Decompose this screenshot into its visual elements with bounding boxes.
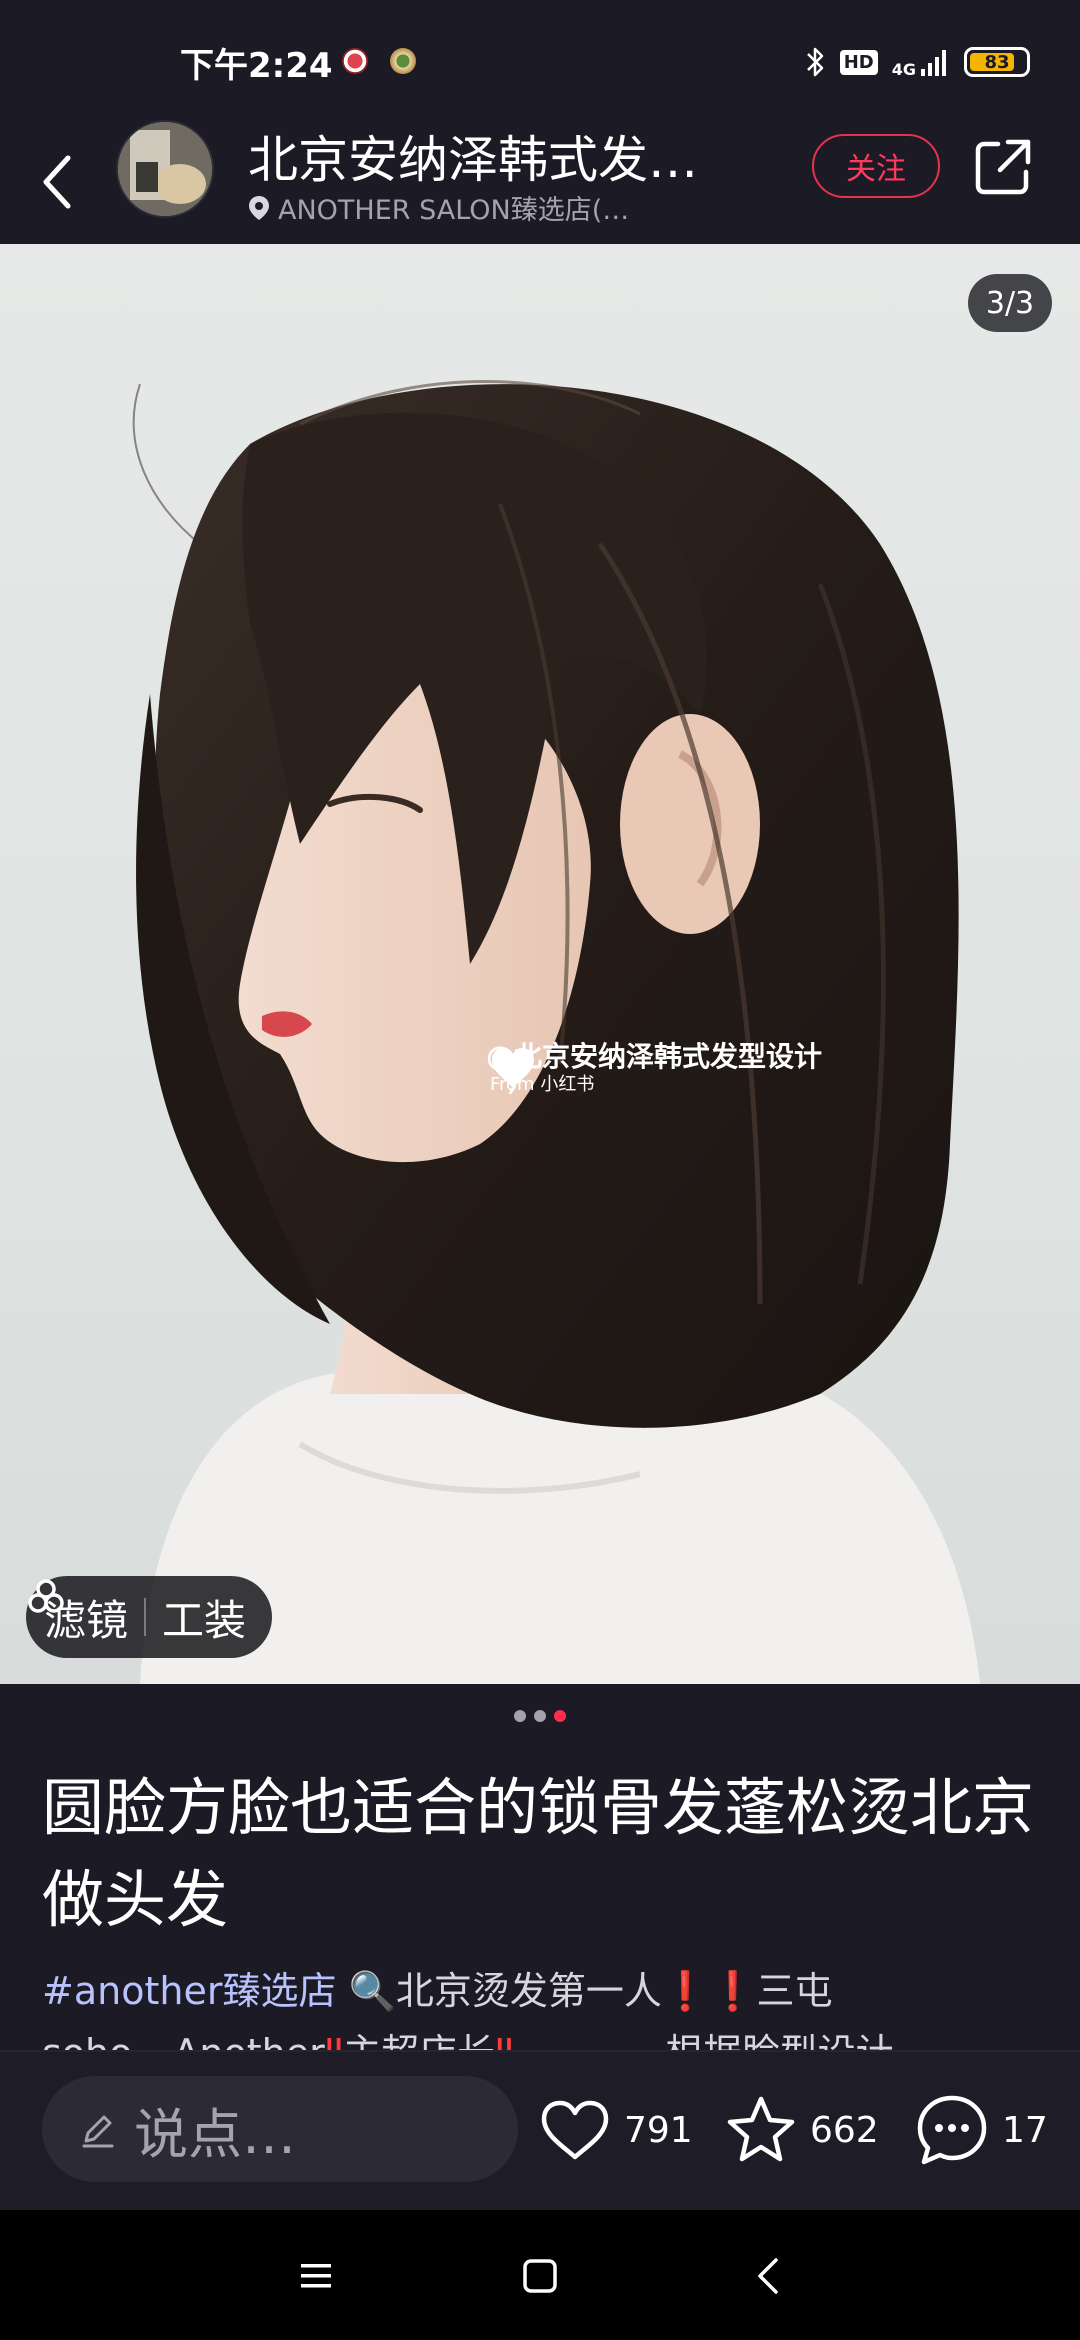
avatar-image <box>118 122 212 216</box>
network-indicator: 4G <box>891 47 950 79</box>
collect-button[interactable]: 662 <box>724 2080 879 2180</box>
bluetooth-icon <box>806 47 823 77</box>
like-count: 791 <box>624 2109 693 2151</box>
share-icon <box>975 139 1031 195</box>
menu-button[interactable] <box>286 2246 346 2306</box>
comment-placeholder: 说点… <box>134 2102 296 2166</box>
back-arrow-icon <box>43 155 71 209</box>
pencil-icon <box>82 2115 114 2148</box>
share-button[interactable] <box>970 134 1036 200</box>
hashtag-link[interactable]: #another臻选店 <box>42 1969 336 2013</box>
carousel-dot <box>534 1710 546 1722</box>
watermark-logo-icon <box>492 1048 534 1094</box>
notification-app-icon <box>390 48 416 74</box>
post-body-text: 主超店长 <box>343 2031 495 2050</box>
post-body-text: soho---Another <box>42 2031 325 2050</box>
hairstyle-photo-illustration <box>132 380 980 1684</box>
battery-icon: 83 <box>964 47 1030 77</box>
filter-icon <box>28 1579 64 1613</box>
status-icons: HD 4G 83 <box>804 40 1030 84</box>
comment-input[interactable]: 说点… <box>42 2076 518 2182</box>
battery-level: 83 <box>984 51 1010 73</box>
note-header: 北京安纳泽韩式发… ANOTHER SALON臻选店(… 关注 <box>0 120 1080 244</box>
tool-label: 工装 <box>162 1595 247 1645</box>
network-type-label: 4G <box>891 60 916 79</box>
notification-app-icon <box>342 48 368 74</box>
system-navigation-bar <box>0 2210 1080 2340</box>
photo-counter: 3/3 <box>968 274 1052 332</box>
author-name[interactable]: 北京安纳泽韩式发… <box>248 120 778 192</box>
home-square-icon <box>523 2259 557 2293</box>
author-avatar[interactable] <box>116 120 214 218</box>
location-pin-icon <box>249 195 269 220</box>
post-title: 圆脸方脸也适合的锁骨发蓬松烫北京做头发 <box>42 1771 1035 1936</box>
heart-icon <box>541 2100 609 2160</box>
back-button[interactable] <box>30 142 84 222</box>
exclamation-marks: ❗❗ <box>661 1969 757 2013</box>
location-label: ANOTHER SALON臻选店(… <box>278 195 630 226</box>
post-body-text: ————根据脸型设计 <box>514 2031 894 2050</box>
chip-divider <box>144 1598 147 1636</box>
follow-button[interactable]: 关注 <box>812 134 940 198</box>
note-photo[interactable]: 3/3 @北京安纳泽韩式发型设计 From 小红书 滤镜 工装 <box>0 244 1080 1684</box>
post-body-text: 三屯 <box>756 1969 833 2013</box>
system-back-button[interactable] <box>738 2246 798 2306</box>
signal-icon <box>921 50 946 76</box>
author-location[interactable]: ANOTHER SALON臻选店(… <box>248 188 648 227</box>
post-body[interactable]: #another臻选店 🔍北京烫发第一人❗❗三屯 soho---Another‼… <box>42 1960 1062 2050</box>
double-exclamation-icon: ‼ <box>325 2031 343 2050</box>
post-body-text: 北京烫发第一人 <box>395 1969 662 2013</box>
carousel-indicator <box>0 1710 1080 1722</box>
menu-icon <box>301 2264 331 2288</box>
hd-badge: HD <box>839 49 878 75</box>
back-chevron-icon <box>758 2258 778 2294</box>
double-exclamation-icon: ‼ <box>495 2031 513 2050</box>
note-detail-page: 下午2:24 HD 4G 83 北京安纳泽韩式发… ANOTHER SALON臻… <box>0 0 1080 2340</box>
collect-count: 662 <box>810 2109 879 2151</box>
comment-button[interactable]: 17 <box>914 2080 1048 2180</box>
status-time: 下午2:24 <box>180 46 333 86</box>
comment-bubble-icon <box>917 2095 987 2165</box>
carousel-dot-active <box>554 1710 566 1722</box>
filter-chip[interactable]: 滤镜 工装 <box>26 1576 273 1658</box>
comment-count: 17 <box>1002 2109 1048 2151</box>
bottom-action-bar: 说点… 791 662 17 <box>0 2050 1080 2210</box>
carousel-dot <box>514 1710 526 1722</box>
star-icon <box>727 2096 795 2162</box>
photo-watermark: @北京安纳泽韩式发型设计 From 小红书 <box>486 1040 822 1096</box>
search-magnifier-emoji: 🔍 <box>348 1969 396 2013</box>
like-button[interactable]: 791 <box>538 2080 693 2180</box>
home-button[interactable] <box>510 2246 570 2306</box>
status-bar: 下午2:24 HD 4G 83 <box>0 0 1080 120</box>
